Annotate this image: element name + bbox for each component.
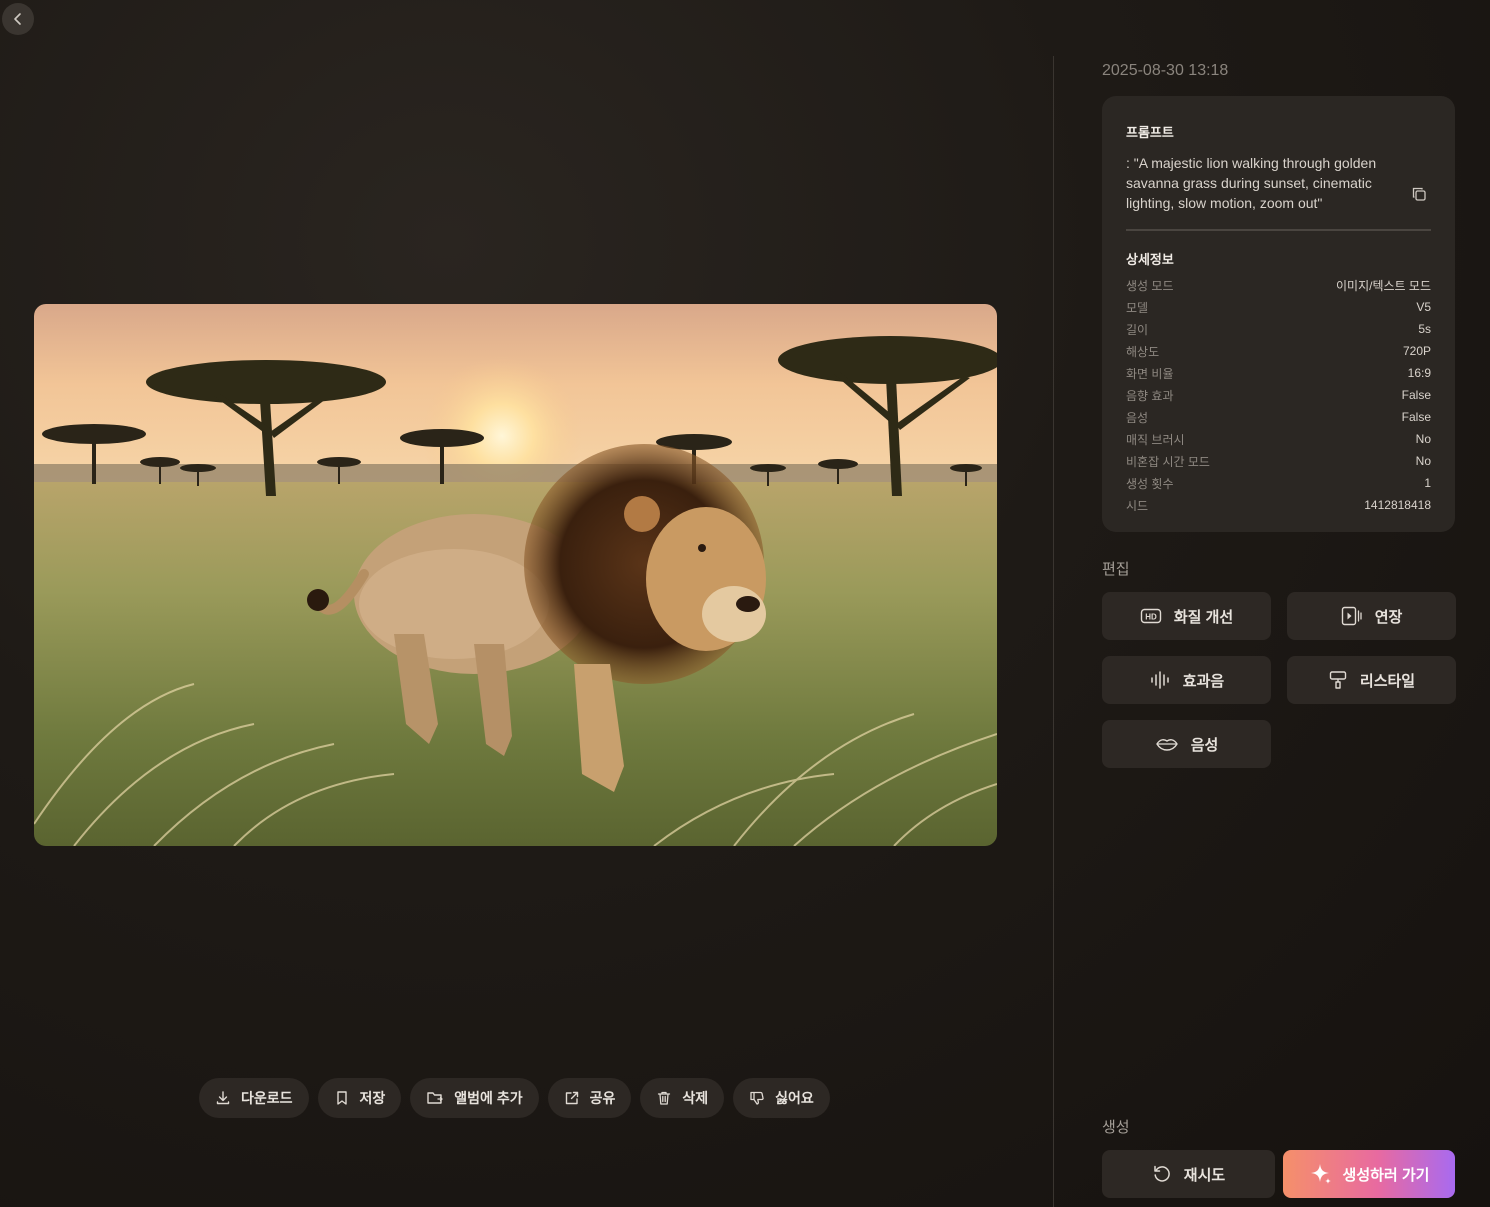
refresh-icon <box>1154 1165 1170 1182</box>
detail-row-model: 모델 V5 <box>1126 296 1431 318</box>
lips-icon <box>1155 739 1178 751</box>
detail-row-mode: 생성 모드 이미지/텍스트 모드 <box>1126 274 1431 296</box>
lion-video-frame <box>34 304 997 846</box>
detail-value: No <box>1415 454 1431 468</box>
prompt-text: : "A majestic lion walking through golde… <box>1126 155 1377 211</box>
detail-value: No <box>1415 432 1431 446</box>
retry-button[interactable]: 재시도 <box>1102 1150 1275 1198</box>
detail-row-magic-brush: 매직 브러시 No <box>1126 428 1431 450</box>
hd-icon: HD <box>1140 608 1162 624</box>
thumbs-down-icon <box>750 1091 764 1105</box>
info-card: 프롬프트 : "A majestic lion walking through … <box>1102 96 1455 532</box>
restyle-button[interactable]: 리스타일 <box>1287 656 1456 704</box>
dislike-label: 싫어요 <box>775 1090 814 1106</box>
share-label: 공유 <box>589 1090 616 1106</box>
voice-label: 음성 <box>1190 736 1219 754</box>
trash-icon <box>658 1091 671 1105</box>
details-title: 상세정보 <box>1126 252 1174 267</box>
detail-row-resolution: 해상도 720P <box>1126 340 1431 362</box>
page: 다운로드 저장 앨범에 추가 공유 삭제 싫어요 2025-08-30 13:1… <box>0 0 1490 1207</box>
video-preview[interactable] <box>34 304 997 846</box>
go-generate-label: 생성하러 가기 <box>1342 1166 1430 1184</box>
waveform-icon <box>1151 671 1169 689</box>
add-to-album-button[interactable]: 앨범에 추가 <box>410 1078 539 1118</box>
detail-value: 5s <box>1418 322 1431 336</box>
detail-row-seed: 시드 1412818418 <box>1126 494 1431 516</box>
detail-value: 이미지/텍스트 모드 <box>1336 278 1431 293</box>
generate-section-label: 생성 <box>1102 1119 1130 1136</box>
prompt-title: 프롬프트 <box>1126 125 1174 140</box>
download-button[interactable]: 다운로드 <box>199 1078 309 1118</box>
delete-label: 삭제 <box>682 1090 709 1106</box>
detail-key: 생성 모드 <box>1126 278 1174 293</box>
detail-value: False <box>1401 388 1431 402</box>
detail-key: 비혼잡 시간 모드 <box>1126 454 1210 469</box>
download-icon <box>216 1091 230 1105</box>
detail-key: 모델 <box>1126 300 1149 315</box>
enhance-quality-label: 화질 개선 <box>1173 608 1234 626</box>
detail-key: 화면 비율 <box>1126 366 1174 381</box>
bookmark-icon <box>336 1091 347 1105</box>
card-separator <box>1126 229 1431 231</box>
folder-add-icon <box>427 1092 444 1104</box>
go-generate-button[interactable]: 생성하러 가기 <box>1283 1150 1455 1198</box>
chevron-left-icon <box>14 13 21 25</box>
voice-button[interactable]: 음성 <box>1102 720 1271 768</box>
detail-key: 음향 효과 <box>1126 388 1174 403</box>
detail-row-offpeak-mode: 비혼잡 시간 모드 No <box>1126 450 1431 472</box>
sparkle-icon <box>1310 1164 1331 1184</box>
detail-value: 16:9 <box>1407 366 1431 380</box>
detail-value: False <box>1401 410 1431 424</box>
back-button[interactable] <box>2 3 34 35</box>
detail-row-generation-count: 생성 횟수 1 <box>1126 472 1431 494</box>
share-button[interactable]: 공유 <box>547 1078 632 1118</box>
paint-roller-icon <box>1329 671 1347 689</box>
detail-key: 길이 <box>1126 322 1149 337</box>
enhance-quality-button[interactable]: HD 화질 개선 <box>1102 592 1271 640</box>
detail-value: 1 <box>1424 476 1431 490</box>
add-to-album-label: 앨범에 추가 <box>454 1090 523 1106</box>
media-action-bar: 다운로드 저장 앨범에 추가 공유 삭제 싫어요 <box>199 1078 830 1118</box>
creation-timestamp: 2025-08-30 13:18 <box>1102 62 1229 79</box>
sound-effect-label: 효과음 <box>1182 672 1225 690</box>
copy-icon <box>1412 187 1426 201</box>
copy-prompt-button[interactable] <box>1411 186 1427 207</box>
detail-value: V5 <box>1416 300 1431 314</box>
extend-label: 연장 <box>1374 608 1403 626</box>
video-extend-icon <box>1341 606 1362 626</box>
delete-button[interactable]: 삭제 <box>640 1078 725 1118</box>
dislike-button[interactable]: 싫어요 <box>733 1078 830 1118</box>
panel-divider <box>1053 56 1054 1207</box>
detail-key: 시드 <box>1126 498 1149 513</box>
share-icon <box>565 1091 578 1105</box>
detail-row-sound-effect: 음향 효과 False <box>1126 384 1431 406</box>
download-label: 다운로드 <box>241 1090 293 1106</box>
save-button[interactable]: 저장 <box>317 1078 402 1118</box>
save-label: 저장 <box>359 1090 386 1106</box>
detail-row-voice: 음성 False <box>1126 406 1431 428</box>
detail-key: 생성 횟수 <box>1126 476 1174 491</box>
detail-row-aspect-ratio: 화면 비율 16:9 <box>1126 362 1431 384</box>
sound-effect-button[interactable]: 효과음 <box>1102 656 1271 704</box>
details-list: 생성 모드 이미지/텍스트 모드 모델 V5 길이 5s 해상도 720P 화면… <box>1126 274 1431 516</box>
detail-row-length: 길이 5s <box>1126 318 1431 340</box>
detail-value: 1412818418 <box>1364 498 1431 512</box>
retry-label: 재시도 <box>1183 1166 1226 1184</box>
restyle-label: 리스타일 <box>1359 672 1416 690</box>
edit-section-label: 편집 <box>1102 561 1130 578</box>
svg-text:HD: HD <box>1145 613 1157 622</box>
detail-key: 매직 브러시 <box>1126 432 1185 447</box>
detail-key: 음성 <box>1126 410 1149 425</box>
detail-key: 해상도 <box>1126 344 1160 359</box>
extend-button[interactable]: 연장 <box>1287 592 1456 640</box>
detail-value: 720P <box>1402 344 1431 358</box>
